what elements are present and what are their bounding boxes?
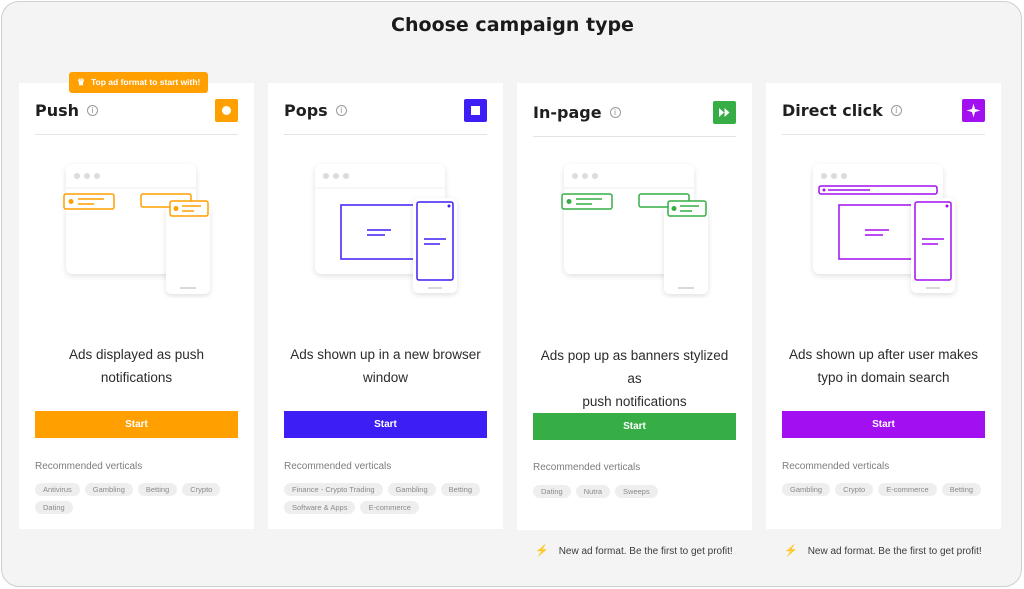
vertical-tag: Gambling xyxy=(84,483,133,496)
recommended-verticals-label: Recommended verticals xyxy=(533,462,641,473)
card-header: Direct click i xyxy=(782,99,985,135)
vertical-tag: E-commerce xyxy=(360,501,419,514)
sparkle-icon xyxy=(962,99,985,122)
vertical-tag: E-commerce xyxy=(878,483,937,496)
vertical-tag: Dating xyxy=(35,501,73,514)
verticals-list: Antivirus Gambling Betting Crypto Dating xyxy=(35,483,242,514)
card-title: Pops xyxy=(284,101,328,120)
vertical-tag: Nutra xyxy=(575,485,611,498)
card-in-page[interactable]: In-page i Ads pop up as banners stylized … xyxy=(517,83,752,530)
card-title: In-page xyxy=(533,103,602,122)
card-description: Ads shown up in a new browser window xyxy=(290,347,481,385)
vertical-tag: Betting xyxy=(440,483,481,496)
lightning-icon: ⚡ xyxy=(784,545,798,557)
push-dot-icon xyxy=(215,99,238,122)
verticals-list: Dating Nutra Sweeps xyxy=(533,485,740,498)
new-format-note: ⚡ New ad format. Be the first to get prof… xyxy=(784,545,982,557)
card-header: In-page i xyxy=(533,101,736,137)
info-icon[interactable]: i xyxy=(890,105,902,116)
card-title: Direct click xyxy=(782,101,883,120)
card-header: Push i xyxy=(35,99,238,135)
campaign-type-panel: Choose campaign type Push i Ads displayed… xyxy=(1,1,1022,587)
lightning-icon: ⚡ xyxy=(535,545,549,557)
verticals-list: Gambling Crypto E-commerce Betting xyxy=(782,483,989,496)
recommended-verticals-label: Recommended verticals xyxy=(782,461,890,472)
vertical-tag: Software & Apps xyxy=(284,501,356,514)
card-title: Push xyxy=(35,101,80,120)
new-format-note: ⚡ New ad format. Be the first to get prof… xyxy=(535,545,733,557)
recommended-verticals-label: Recommended verticals xyxy=(284,461,392,472)
card-description: Ads pop up as banners stylized as push no… xyxy=(540,348,729,409)
vertical-tag: Finance - Crypto Trading xyxy=(284,483,383,496)
start-in-page-button[interactable]: Start xyxy=(533,413,736,440)
card-push[interactable]: Push i Ads displayed as push notifications… xyxy=(19,83,254,529)
info-icon[interactable]: i xyxy=(87,105,99,116)
vertical-tag: Crypto xyxy=(182,483,221,496)
in-page-illustration xyxy=(561,164,708,294)
vertical-tag: Gambling xyxy=(387,483,436,496)
top-format-badge: ♛ Top ad format to start with! xyxy=(69,72,209,93)
recommended-verticals-label: Recommended verticals xyxy=(35,461,143,472)
start-push-button[interactable]: Start xyxy=(35,411,238,438)
card-pops[interactable]: Pops i Ads shown up in a new browser windo… xyxy=(268,83,503,529)
card-header: Pops i xyxy=(284,99,487,135)
vertical-tag: Dating xyxy=(533,485,571,498)
info-icon[interactable]: i xyxy=(335,105,347,116)
vertical-tag: Sweeps xyxy=(615,485,658,498)
vertical-tag: Gambling xyxy=(782,483,831,496)
vertical-tag: Betting xyxy=(941,483,982,496)
direct-click-illustration xyxy=(813,164,955,293)
pops-illustration xyxy=(315,164,457,293)
start-pops-button[interactable]: Start xyxy=(284,411,487,438)
popup-square-icon xyxy=(464,99,487,122)
vertical-tag: Antivirus xyxy=(35,483,80,496)
info-icon[interactable]: i xyxy=(609,107,621,118)
start-direct-click-button[interactable]: Start xyxy=(782,411,985,438)
vertical-tag: Betting xyxy=(137,483,178,496)
card-description: Ads shown up after user makes typo in dom… xyxy=(788,347,979,385)
card-direct-click[interactable]: Direct click i Ads shown up after user ma… xyxy=(766,83,1001,529)
page-title: Choose campaign type xyxy=(391,14,634,36)
vertical-tag: Crypto xyxy=(835,483,874,496)
push-illustration xyxy=(63,164,210,294)
verticals-list: Finance - Crypto Trading Gambling Bettin… xyxy=(284,483,491,514)
card-description: Ads displayed as push notifications xyxy=(68,347,205,385)
fast-forward-icon xyxy=(713,101,736,124)
crown-icon: ♛ xyxy=(77,77,86,87)
